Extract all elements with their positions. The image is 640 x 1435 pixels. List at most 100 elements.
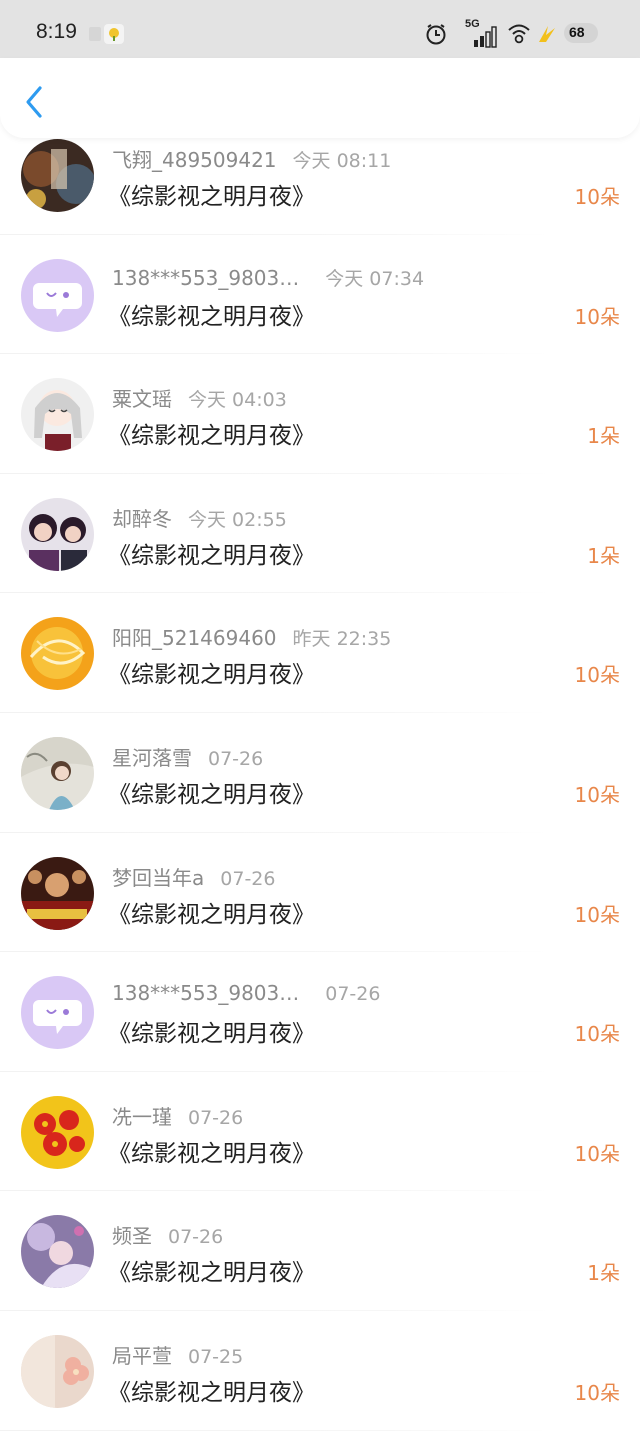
portrait-avatar-icon	[21, 736, 94, 810]
avatar[interactable]	[21, 497, 94, 571]
red-flower-avatar-icon	[21, 1095, 94, 1169]
user-line: 飞翔_489509421 今天 08:11	[112, 144, 391, 173]
username[interactable]: 局平萱	[112, 1344, 172, 1368]
list-item[interactable]: 138***553_9803… 今天 07:34 《综影视之明月夜》 10朵	[0, 239, 640, 359]
battery-level-label: 68	[569, 24, 585, 40]
book-title[interactable]: 《综影视之明月夜》	[108, 1134, 315, 1168]
app-notification-icon	[104, 24, 124, 44]
wifi-icon	[508, 24, 530, 44]
list-item[interactable]: 频圣 07-26 《综影视之明月夜》 1朵	[0, 1195, 640, 1315]
flower-count: 10朵	[574, 1141, 620, 1166]
timestamp: 今天 04:03	[188, 389, 287, 412]
signal-icon	[474, 26, 497, 48]
timestamp: 07-26	[220, 867, 276, 890]
list-item[interactable]: 阳阳_521469460 昨天 22:35 《综影视之明月夜》 10朵	[0, 597, 640, 717]
anime-girl-avatar-icon	[21, 378, 94, 452]
flower-count: 10朵	[574, 1380, 620, 1405]
user-line: 星河落雪 07-26	[112, 742, 263, 771]
list-item[interactable]: 粟文瑶 今天 04:03 《综影视之明月夜》 1朵	[0, 358, 640, 478]
avatar[interactable]	[21, 258, 94, 332]
username[interactable]: 138***553_9803…	[112, 266, 299, 290]
flower-count: 10朵	[574, 782, 620, 807]
user-line: 阳阳_521469460 昨天 22:35	[112, 622, 391, 651]
avatar[interactable]	[21, 617, 94, 691]
user-line: 却醉冬 今天 02:55	[112, 503, 287, 532]
timestamp: 07-26	[325, 983, 381, 1006]
avatar[interactable]	[21, 976, 94, 1050]
battery-indicator: 68	[564, 23, 598, 43]
fantasy-avatar-icon	[21, 1215, 94, 1289]
timestamp: 昨天 22:35	[292, 628, 392, 651]
book-title[interactable]: 《综影视之明月夜》	[108, 895, 315, 929]
user-line: 138***553_9803… 今天 07:34	[112, 264, 424, 291]
page-header	[0, 58, 640, 138]
flower-count: 10朵	[574, 304, 620, 329]
book-title[interactable]: 《综影视之明月夜》	[108, 775, 315, 809]
poster-crowd-avatar-icon	[21, 856, 94, 930]
user-line: 138***553_9803… 07-26	[112, 981, 380, 1005]
username[interactable]: 星河落雪	[112, 746, 192, 770]
default-chat-avatar-icon	[21, 976, 94, 1050]
timestamp: 07-26	[208, 747, 264, 770]
list-item[interactable]: 冼一瑾 07-26 《综影视之明月夜》 10朵	[0, 1076, 640, 1196]
username[interactable]: 却醉冬	[112, 507, 172, 531]
flower-count: 10朵	[574, 185, 620, 209]
avatar[interactable]	[21, 378, 94, 452]
user-line: 梦回当年a 07-26	[112, 862, 275, 891]
status-bar: 8:19 5G 68	[0, 0, 640, 58]
username[interactable]: 梦回当年a	[112, 866, 204, 890]
orange-swirl-avatar-icon	[21, 617, 94, 691]
flower-count: 10朵	[574, 902, 620, 927]
user-line: 冼一瑾 07-26	[112, 1101, 243, 1130]
username[interactable]: 阳阳_521469460	[112, 626, 277, 650]
book-title[interactable]: 《综影视之明月夜》	[108, 655, 315, 689]
user-line: 频圣 07-26	[112, 1220, 223, 1249]
user-line: 局平萱 07-25	[112, 1340, 243, 1369]
list-item[interactable]: 局平萱 07-25 《综影视之明月夜》 10朵	[0, 1315, 640, 1435]
flower-count: 10朵	[574, 663, 620, 688]
back-button[interactable]	[20, 84, 50, 120]
pink-flower-avatar-icon	[21, 1334, 94, 1408]
timestamp: 07-26	[168, 1226, 224, 1249]
timestamp: 07-25	[188, 1345, 244, 1368]
timestamp: 今天 07:34	[325, 267, 425, 290]
list-item[interactable]: 梦回当年a 07-26 《综影视之明月夜》 10朵	[0, 837, 640, 957]
timestamp: 今天 08:11	[292, 150, 392, 172]
list-item[interactable]: 138***553_9803… 07-26 《综影视之明月夜》 10朵	[0, 956, 640, 1076]
book-title[interactable]: 《综影视之明月夜》	[108, 416, 315, 450]
flower-count: 1朵	[587, 1261, 620, 1286]
book-title[interactable]: 《综影视之明月夜》	[108, 1373, 315, 1407]
avatar[interactable]	[21, 856, 94, 930]
poster-avatar-icon	[21, 139, 94, 212]
avatar[interactable]	[21, 139, 94, 212]
list-item[interactable]: 星河落雪 07-26 《综影视之明月夜》 10朵	[0, 717, 640, 837]
notification-icon	[89, 27, 101, 41]
avatar[interactable]	[21, 736, 94, 810]
book-title[interactable]: 《综影视之明月夜》	[108, 1014, 315, 1048]
book-title[interactable]: 《综影视之明月夜》	[108, 536, 315, 570]
alarm-icon	[426, 24, 446, 45]
avatar[interactable]	[21, 1334, 94, 1408]
user-line: 粟文瑶 今天 04:03	[112, 383, 287, 412]
flower-count: 1朵	[587, 543, 620, 568]
flower-count: 1朵	[587, 424, 620, 449]
list-item[interactable]: 却醉冬 今天 02:55 《综影视之明月夜》 1朵	[0, 478, 640, 598]
gift-record-list: 飞翔_489509421 今天 08:11 《综影视之明月夜》 10朵 138**…	[0, 119, 640, 1435]
avatar[interactable]	[21, 1095, 94, 1169]
username[interactable]: 138***553_9803…	[112, 981, 299, 1005]
avatar[interactable]	[21, 1215, 94, 1289]
timestamp: 07-26	[188, 1106, 244, 1129]
book-title[interactable]: 《综影视之明月夜》	[108, 297, 315, 331]
flower-count: 10朵	[574, 1022, 620, 1047]
username[interactable]: 频圣	[112, 1224, 152, 1248]
default-chat-avatar-icon	[21, 258, 94, 332]
charging-icon	[539, 26, 555, 42]
username[interactable]: 粟文瑶	[112, 387, 172, 411]
photo-couple-avatar-icon	[21, 497, 94, 571]
username[interactable]: 飞翔_489509421	[112, 148, 277, 172]
username[interactable]: 冼一瑾	[112, 1105, 172, 1129]
book-title[interactable]: 《综影视之明月夜》	[108, 1253, 315, 1287]
status-time: 8:19	[36, 20, 77, 43]
book-title[interactable]: 《综影视之明月夜》	[108, 177, 315, 211]
timestamp: 今天 02:55	[188, 508, 287, 531]
